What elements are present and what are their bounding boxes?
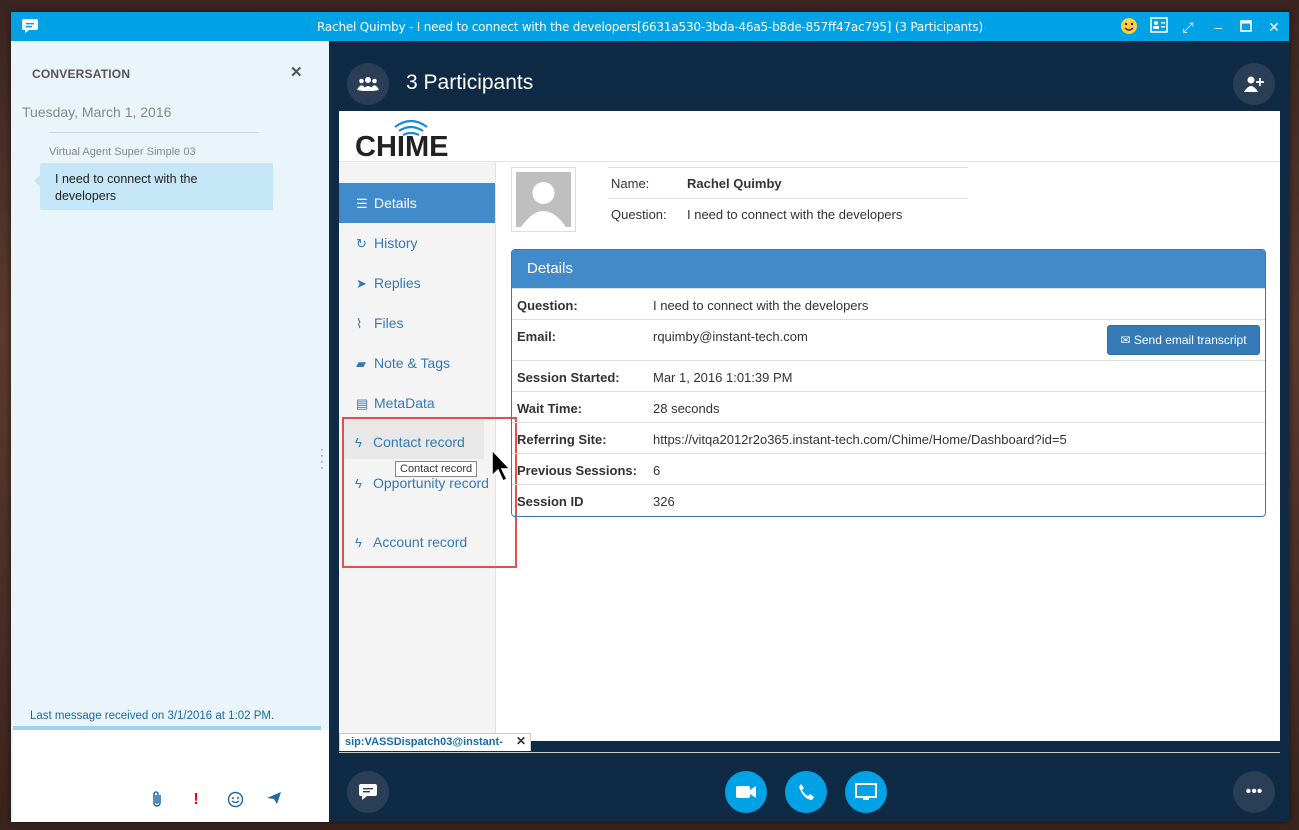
message-sender: Virtual Agent Super Simple 03: [49, 146, 196, 158]
conversation-header: CONVERSATION: [32, 67, 131, 81]
pane-splitter-icon[interactable]: · · · ·: [320, 443, 324, 473]
profile-name-row: Name: Rachel Quimby: [608, 168, 968, 199]
send-email-transcript-button[interactable]: ✉ Send email transcript: [1107, 325, 1260, 355]
conversation-pane: CONVERSATION ✕ Tuesday, March 1, 2016 Vi…: [11, 41, 329, 822]
date-divider: [49, 132, 259, 133]
detail-row-previous-sessions: Previous Sessions: 6: [512, 453, 1265, 484]
detail-label: Email:: [517, 329, 557, 344]
detail-value: Mar 1, 2016 1:01:39 PM: [653, 370, 793, 385]
details-panel: Details Question: I need to connect with…: [511, 249, 1266, 517]
video-call-icon[interactable]: [725, 771, 767, 813]
question-label: Question:: [611, 207, 667, 222]
emoticon-icon[interactable]: [225, 791, 245, 811]
history-icon: ↻: [356, 236, 367, 251]
detail-row-referring-site: Referring Site: https://vitqa2012r2o365.…: [512, 422, 1265, 453]
close-icon[interactable]: ✕: [1264, 17, 1284, 37]
window-title: Rachel Quimby - I need to connect with t…: [317, 20, 983, 34]
nav-item-replies[interactable]: ➤ Replies: [339, 263, 495, 303]
tooltip: Contact record: [395, 461, 478, 477]
detail-label: Session Started:: [517, 370, 620, 385]
more-options-icon[interactable]: •••: [1233, 771, 1275, 813]
add-participant-icon[interactable]: [1233, 63, 1275, 105]
detail-value: I need to connect with the developers: [653, 298, 869, 313]
importance-icon[interactable]: !: [186, 791, 206, 811]
phone-call-icon[interactable]: [785, 771, 827, 813]
conversation-date: Tuesday, March 1, 2016: [22, 104, 172, 120]
avatar: [511, 167, 576, 232]
detail-value: 326: [653, 494, 675, 509]
compose-toolbar: !: [11, 791, 329, 813]
paperclip-icon[interactable]: [147, 791, 167, 811]
skype-conversation-window: Rachel Quimby - I need to connect with t…: [11, 12, 1289, 822]
mouse-cursor-icon: [491, 448, 512, 483]
detail-label: Question:: [517, 298, 578, 313]
detail-row-session-id: Session ID 326: [512, 484, 1265, 515]
name-label: Name:: [611, 176, 650, 191]
question-value: I need to connect with the developers: [687, 207, 903, 222]
chat-icon[interactable]: [347, 771, 389, 813]
nav-item-history[interactable]: ↻ History: [339, 223, 495, 263]
annotation-highlight-box: [342, 417, 517, 568]
detail-value[interactable]: https://vitqa2012r2o365.instant-tech.com…: [653, 432, 1067, 447]
close-conversation-icon[interactable]: ✕: [290, 63, 303, 81]
detail-row-email: Email: rquimby@instant-tech.com ✉ Send e…: [512, 319, 1265, 360]
participants-title: 3 Participants: [406, 71, 534, 94]
chime-header: CHIME: [339, 111, 1280, 162]
share-screen-icon[interactable]: [845, 771, 887, 813]
chime-web-panel: CHIME ☰ Details ↻ History ➤ Replies ⌇ Files …: [339, 111, 1280, 741]
send-icon: ➤: [356, 276, 367, 291]
sip-tab[interactable]: sip:VASSDispatch03@instant-: [339, 733, 531, 751]
message-bubble: I need to connect with the developers: [34, 163, 273, 210]
name-value: Rachel Quimby: [687, 176, 782, 191]
profile-question-row: Question: I need to connect with the dev…: [608, 199, 968, 230]
nav-item-notes-tags[interactable]: ▰ Note & Tags: [339, 343, 495, 383]
list-icon: ☰: [356, 196, 368, 211]
detail-row-wait-time: Wait Time: 28 seconds: [512, 391, 1265, 422]
emoji-icon[interactable]: [1119, 17, 1139, 37]
detail-value: rquimby@instant-tech.com: [653, 329, 808, 344]
fullscreen-icon[interactable]: ⤢: [1178, 17, 1198, 37]
chime-logo: CHIME: [355, 119, 448, 159]
comment-icon: ▰: [356, 356, 366, 371]
sip-tab-close-icon[interactable]: ✕: [516, 734, 526, 748]
detail-value: 28 seconds: [653, 401, 720, 416]
envelope-icon: ✉: [1120, 333, 1131, 347]
svg-text:CHIME: CHIME: [355, 131, 448, 159]
participants-icon[interactable]: [347, 63, 389, 105]
detail-row-session-started: Session Started: Mar 1, 2016 1:01:39 PM: [512, 360, 1265, 391]
last-message-status: Last message received on 3/1/2016 at 1:0…: [30, 710, 275, 722]
tab-strip-divider: [339, 752, 1280, 753]
detail-label: Session ID: [517, 494, 584, 509]
detail-row-question: Question: I need to connect with the dev…: [512, 288, 1265, 319]
profile-summary: Name: Rachel Quimby Question: I need to …: [608, 167, 968, 230]
minimize-icon[interactable]: –: [1208, 17, 1228, 37]
send-icon[interactable]: [264, 791, 284, 811]
contact-card-icon[interactable]: [1149, 17, 1169, 37]
details-panel-title: Details: [512, 250, 1265, 288]
paperclip-icon: ⌇: [356, 316, 363, 331]
detail-label: Wait Time:: [517, 401, 583, 416]
nav-item-files[interactable]: ⌇ Files: [339, 303, 495, 343]
title-bar: Rachel Quimby - I need to connect with t…: [11, 12, 1289, 41]
nav-item-details[interactable]: ☰ Details: [339, 183, 495, 223]
detail-label: Previous Sessions:: [517, 463, 637, 478]
detail-value: 6: [653, 463, 661, 478]
conversation-stage: 3 Participants CHIME ☰Details ↻History: [329, 41, 1289, 822]
detail-label: Referring Site:: [517, 432, 607, 447]
maximize-icon[interactable]: [1236, 17, 1256, 37]
